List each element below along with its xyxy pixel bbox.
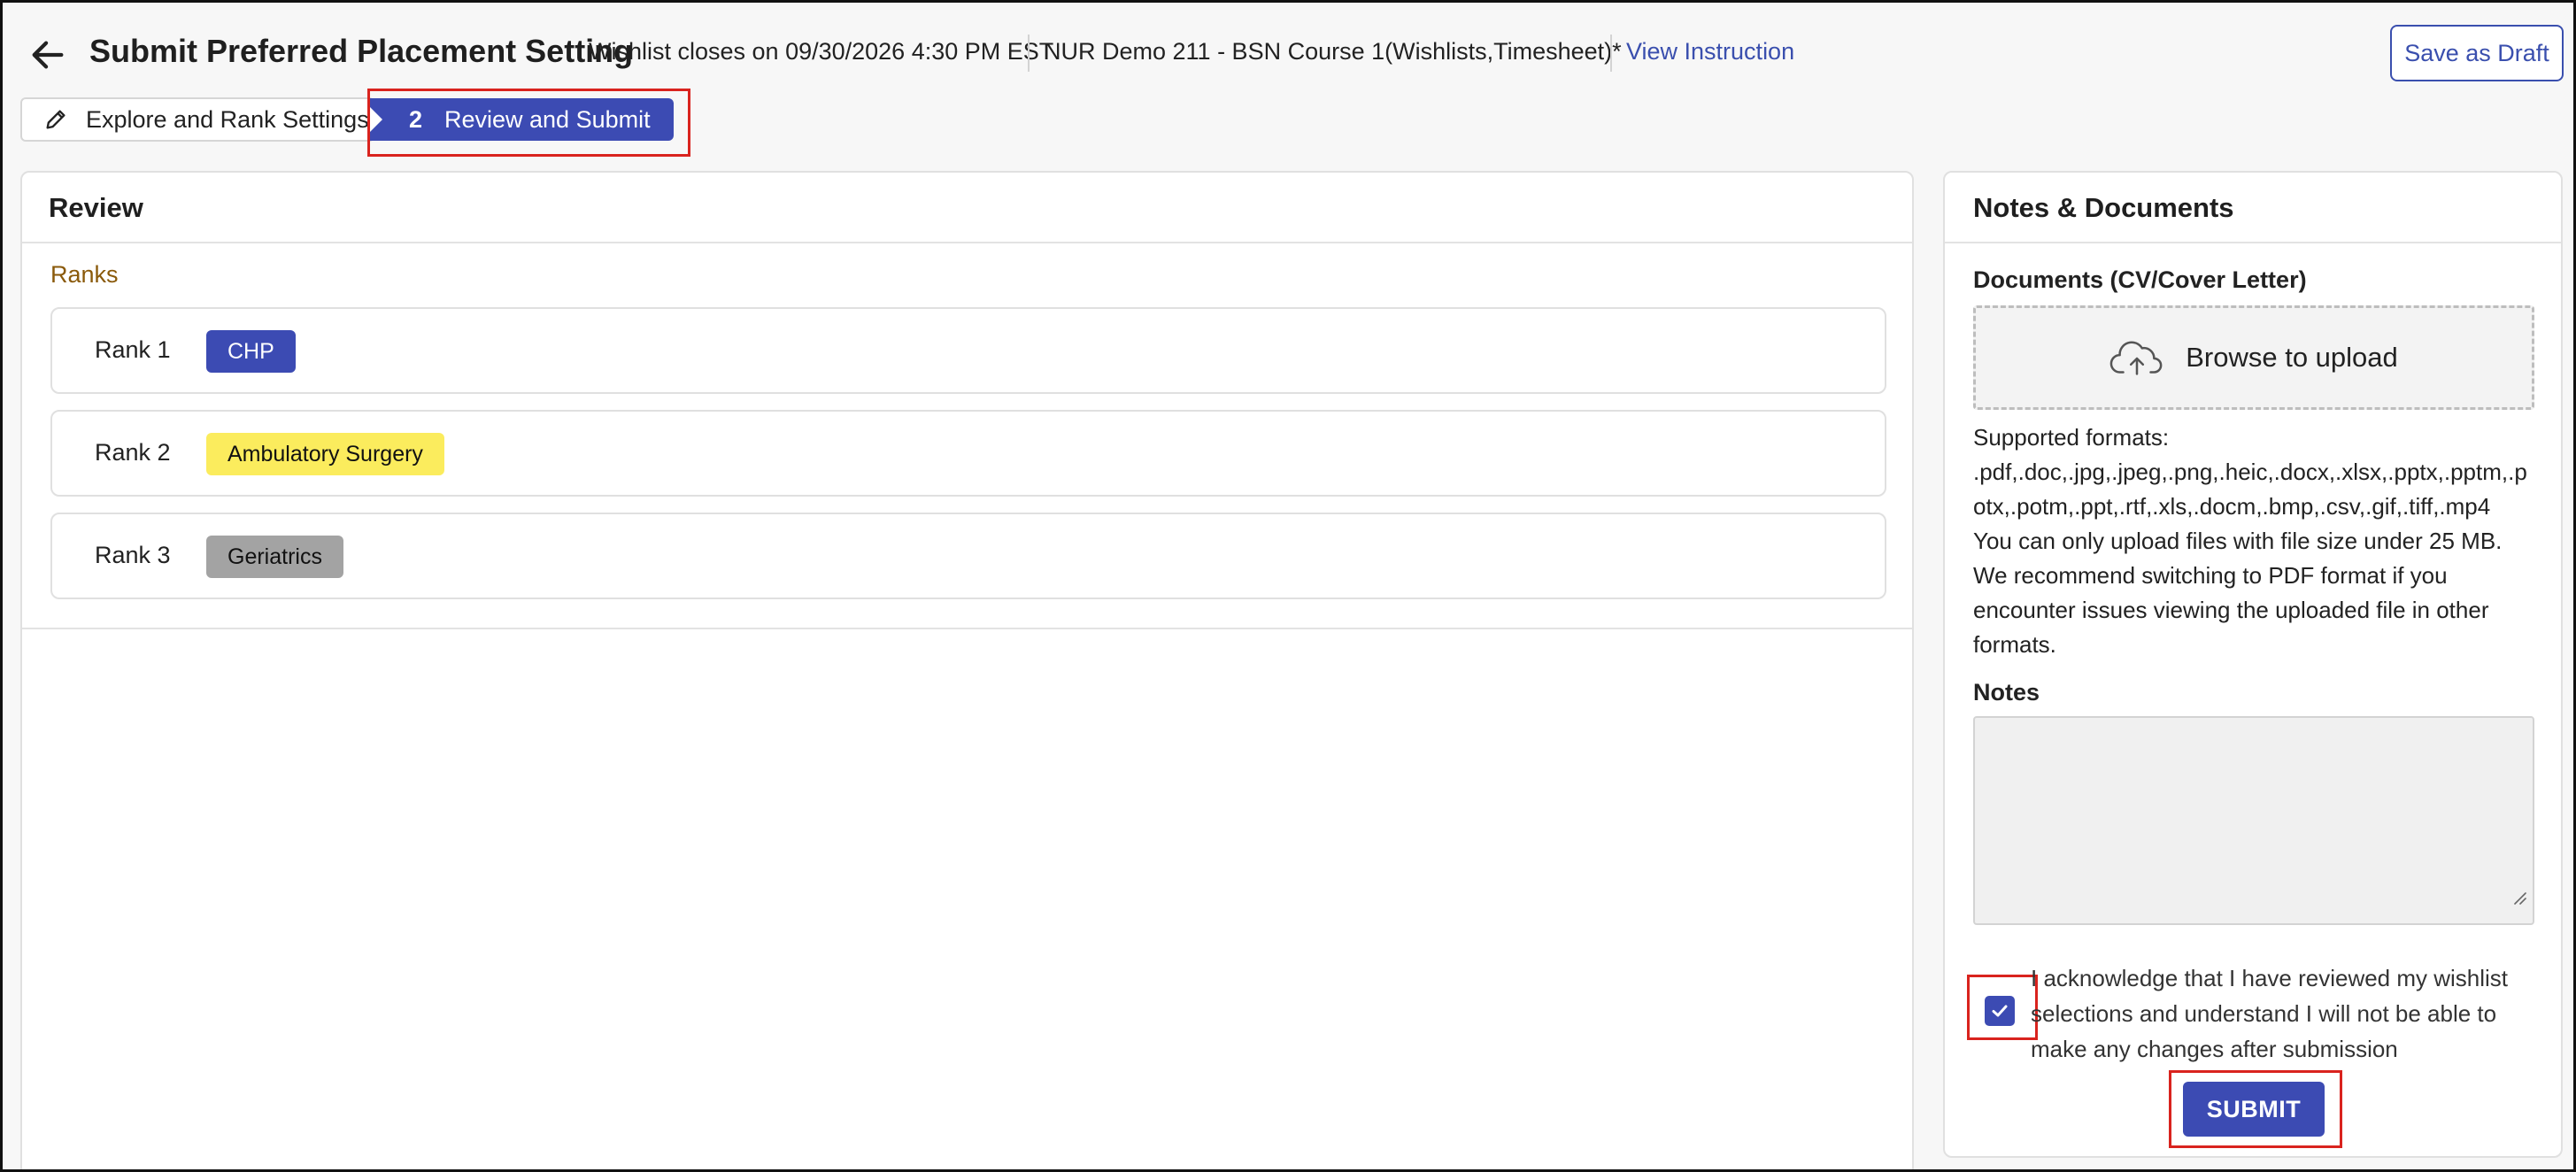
step2-number: 2 xyxy=(409,105,423,133)
app-frame: Submit Preferred Placement Setting Wishl… xyxy=(0,0,2576,1172)
course-name: NUR Demo 211 - BSN Course 1(Wishlists,Ti… xyxy=(1044,38,1622,65)
rank-row: Rank 3 Geriatrics xyxy=(50,513,1886,599)
info-text-line: .pdf,.doc,.jpg,.jpeg,.png,.heic,.docx,.x… xyxy=(1973,459,2527,485)
page-header: Submit Preferred Placement Setting Wishl… xyxy=(3,3,2573,100)
rank-row: Rank 1 CHP xyxy=(50,307,1886,394)
step-arrow-icon xyxy=(368,105,382,134)
review-header: Review xyxy=(22,173,1912,243)
header-divider xyxy=(1028,35,1030,72)
rank-chip: CHP xyxy=(206,330,296,373)
acknowledge-text-line: I acknowledge that I have reviewed my wi… xyxy=(2031,965,2509,991)
rank-row: Rank 2 Ambulatory Surgery xyxy=(50,410,1886,497)
info-text-line: formats. xyxy=(1973,631,2056,658)
acknowledge-checkbox[interactable] xyxy=(1985,996,2015,1026)
pencil-icon xyxy=(46,110,66,129)
documents-label: Documents (CV/Cover Letter) xyxy=(1973,266,2307,293)
notes-header: Notes & Documents xyxy=(1945,173,2561,243)
acknowledge-text-line: make any changes after submission xyxy=(2031,1036,2398,1062)
step1-label: Explore and Rank Settings xyxy=(86,105,369,133)
page-title: Submit Preferred Placement Setting xyxy=(89,33,634,69)
rank-label: Rank 2 xyxy=(95,439,171,466)
notes-textarea[interactable] xyxy=(1973,716,2534,925)
info-text-line: You can only upload files with file size… xyxy=(1973,528,2503,554)
notes-documents-title: Notes & Documents xyxy=(1973,192,2234,223)
review-panel: Review Ranks Rank 1 CHP Rank 2 Ambulator… xyxy=(20,171,1914,1169)
notes-label: Notes xyxy=(1973,679,2040,706)
back-arrow-icon[interactable] xyxy=(27,35,68,75)
rank-label: Rank 3 xyxy=(95,542,171,568)
info-text-line: We recommend switching to PDF format if … xyxy=(1973,562,2448,589)
step-review-and-submit[interactable]: 2 Review and Submit xyxy=(368,98,674,141)
info-text-line: otx,.potm,.ppt,.rtf,.xls,.docm,.bmp,.csv… xyxy=(1973,493,2491,520)
browse-to-upload-label: Browse to upload xyxy=(2186,342,2398,373)
info-text-line: encounter issues viewing the uploaded fi… xyxy=(1973,597,2489,623)
wishlist-close-date: Wishlist closes on 09/30/2026 4:30 PM ES… xyxy=(589,38,1054,65)
rank-chip: Ambulatory Surgery xyxy=(206,433,444,475)
view-instruction-link[interactable]: View Instruction xyxy=(1626,38,1794,66)
rank-label: Rank 1 xyxy=(95,336,171,363)
step2-label: Review and Submit xyxy=(444,105,651,133)
check-icon xyxy=(1992,1005,2008,1017)
ranks-label: Ranks xyxy=(50,261,119,288)
info-text-line: Supported formats: xyxy=(1973,424,2170,451)
rank-chip: Geriatrics xyxy=(206,536,343,578)
review-divider xyxy=(22,628,1912,629)
save-as-draft-button[interactable]: Save as Draft xyxy=(2390,25,2564,81)
submit-button[interactable]: SUBMIT xyxy=(2183,1082,2325,1137)
upload-dropzone[interactable]: Browse to upload xyxy=(1973,305,2534,410)
header-divider xyxy=(1610,35,1612,72)
review-title: Review xyxy=(49,192,143,223)
cloud-upload-icon xyxy=(2109,341,2163,375)
acknowledge-text-line: selections and understand I will not be … xyxy=(2031,1000,2497,1027)
step-explore-and-rank[interactable]: Explore and Rank Settings xyxy=(20,97,374,142)
resize-grip-icon[interactable] xyxy=(2510,888,2527,906)
